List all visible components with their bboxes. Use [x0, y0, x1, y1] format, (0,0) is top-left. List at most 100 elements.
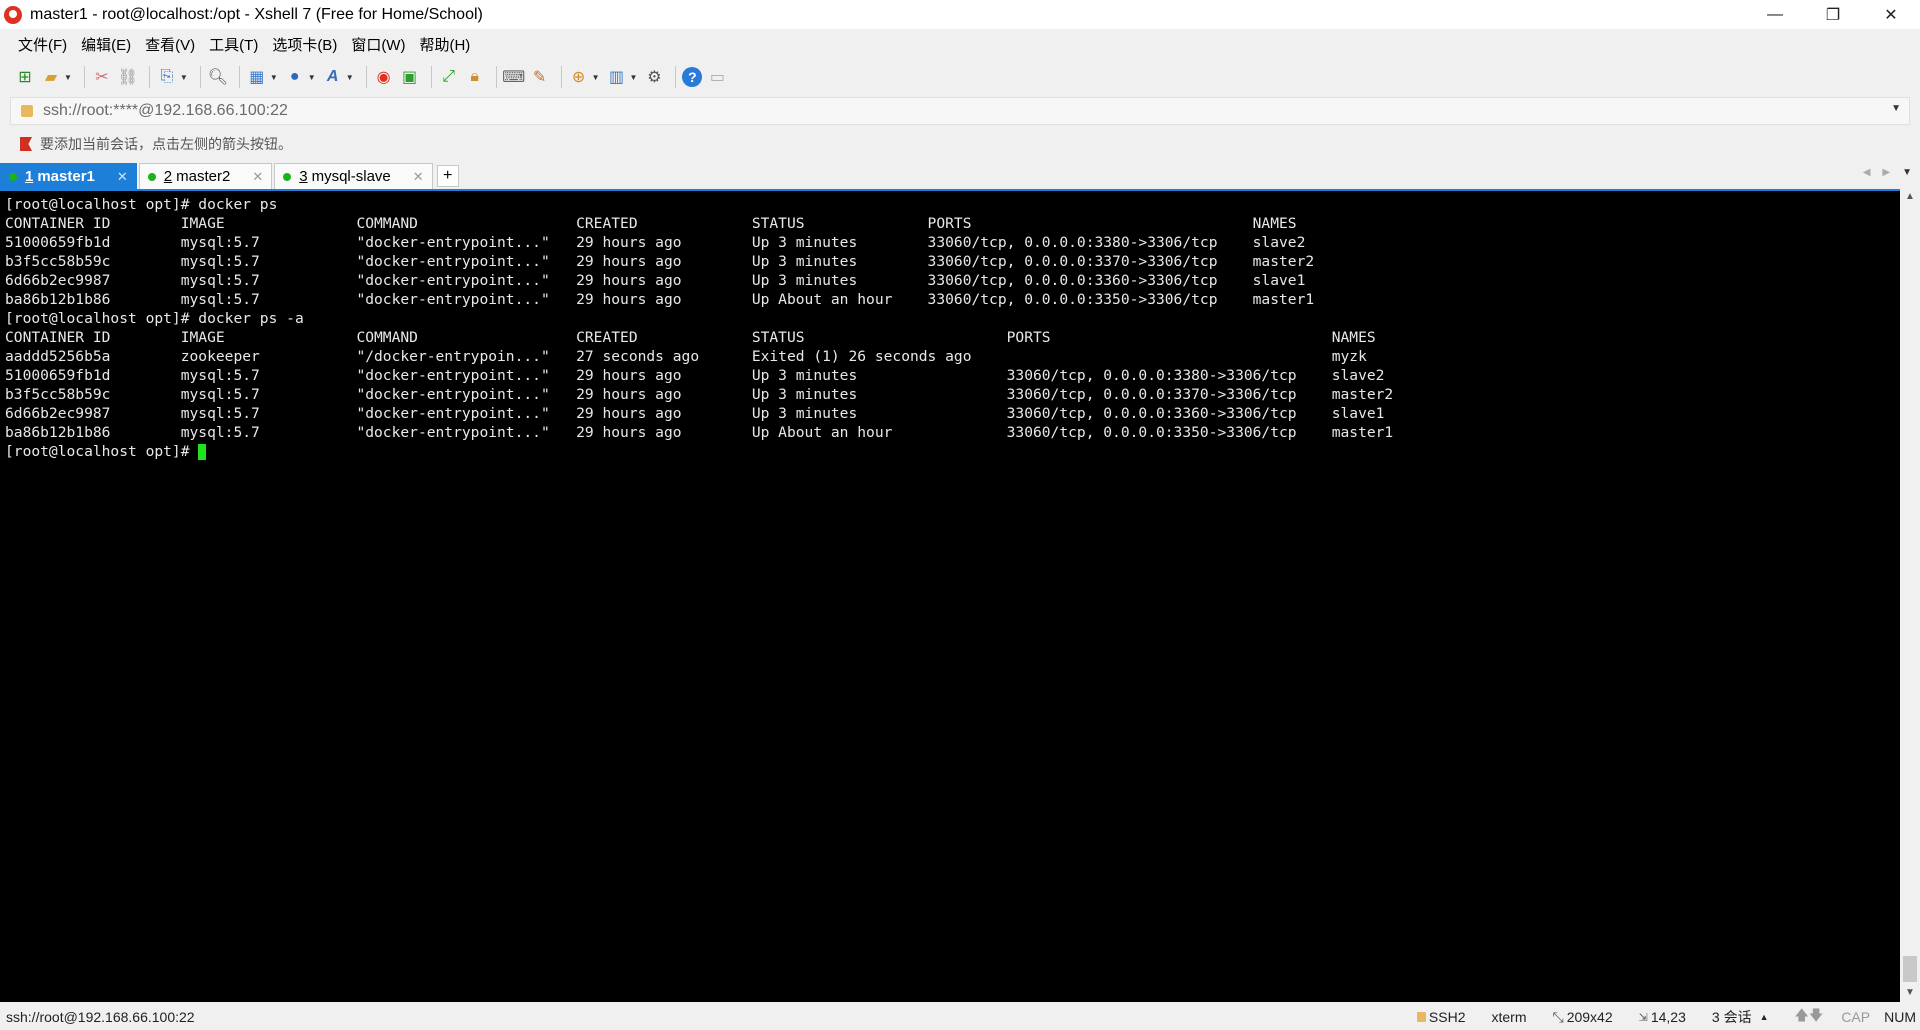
tab-status-dot [283, 172, 292, 181]
tab-bar: 1 master1 ✕ 2 master2 ✕ 3 mysql-slave ✕ … [0, 161, 1920, 189]
restore-button[interactable]: ❐ [1804, 0, 1862, 29]
bookmark-icon[interactable] [20, 137, 32, 151]
status-sessions-text: 3 会话 [1711, 1009, 1752, 1025]
terminal-line: 6d66b2ec9987 mysql:5.7 "docker-entrypoin… [5, 405, 1385, 422]
status-pos-text: 14,23 [1650, 1009, 1686, 1025]
tab-master2[interactable]: 2 master2 ✕ [138, 163, 273, 189]
minimize-button[interactable]: — [1746, 0, 1804, 29]
address-input[interactable]: ssh://root:****@192.168.66.100:22 [43, 102, 288, 120]
font-dropdown-icon[interactable]: ▼ [346, 73, 354, 82]
terminal-line: aaddd5256b5a zookeeper "/docker-entrypoi… [5, 348, 1367, 365]
new-session-icon[interactable]: ⊞ [14, 66, 36, 88]
chat-icon[interactable]: ▭ [706, 66, 728, 88]
lock-icon [1416, 1012, 1426, 1022]
script-icon[interactable]: ✎ [529, 66, 551, 88]
open-folder-icon[interactable]: ▰ [40, 66, 62, 88]
scroll-up-icon[interactable]: ▲ [1905, 191, 1915, 202]
address-dropdown-icon[interactable]: ▼ [1891, 103, 1901, 114]
tab-next-icon[interactable]: ▶ [1882, 167, 1890, 178]
tab-menu-icon[interactable]: ▼ [1902, 167, 1912, 178]
terminal-prompt: [root@localhost opt]# [5, 443, 199, 460]
toolbar-separator [148, 66, 150, 88]
tab-prev-icon[interactable]: ◀ [1863, 167, 1871, 178]
status-transfer-icons: 🡅 🡇 [1795, 1005, 1824, 1029]
xftp-icon[interactable]: ▣ [399, 66, 421, 88]
status-cap: CAP [1841, 1009, 1871, 1025]
status-pos: ⇲ 14,23 [1639, 1009, 1686, 1025]
layout-icon[interactable]: ▥ [606, 66, 628, 88]
layout-dropdown-icon[interactable]: ▼ [630, 73, 638, 82]
tab-status-dot [9, 172, 17, 181]
terminal-line: CONTAINER ID IMAGE COMMAND CREATED STATU… [5, 215, 1297, 232]
tab-number: 1 [25, 168, 34, 185]
terminal-scrollbar[interactable]: ▲ ▼ [1900, 189, 1920, 1002]
terminal-line: CONTAINER ID IMAGE COMMAND CREATED STATU… [5, 329, 1376, 346]
copy-dropdown-icon[interactable]: ▼ [180, 73, 188, 82]
transfer-dropdown-icon[interactable]: ▼ [270, 73, 278, 82]
copy-icon[interactable]: ⎘ [156, 66, 178, 88]
menu-bar: 文件(F) 编辑(E) 查看(V) 工具(T) 选项卡(B) 窗口(W) 帮助(… [0, 29, 1920, 59]
status-bar: ssh://root@192.168.66.100:22 SSH2 xterm … [0, 1004, 1920, 1030]
terminal-line: b3f5cc58b59c mysql:5.7 "docker-entrypoin… [5, 386, 1394, 403]
menu-tools[interactable]: 工具(T) [209, 34, 258, 55]
disconnect-icon[interactable]: ⛓ [117, 66, 139, 88]
terminal-line: 6d66b2ec9987 mysql:5.7 "docker-entrypoin… [5, 272, 1306, 289]
title-bar: master1 - root@localhost:/opt - Xshell 7… [0, 0, 1920, 29]
fullscreen-icon[interactable]: ⤢ [438, 66, 460, 88]
help-icon[interactable]: ? [682, 67, 703, 87]
menu-window[interactable]: 窗口(W) [351, 34, 405, 55]
menu-help[interactable]: 帮助(H) [419, 34, 470, 55]
close-button[interactable]: ✕ [1862, 0, 1920, 29]
add-tab-icon[interactable]: ⊕ [568, 66, 590, 88]
terminal-prompt-line: [root@localhost opt]# [5, 442, 1895, 461]
add-tab-dropdown-icon[interactable]: ▼ [592, 73, 600, 82]
scrollbar-thumb[interactable] [1903, 956, 1917, 982]
tab-mysql-slave[interactable]: 3 mysql-slave ✕ [274, 163, 433, 189]
terminal[interactable]: [root@localhost opt]# docker ps CONTAINE… [0, 189, 1900, 1002]
reconnect-icon[interactable]: ✂ [91, 66, 113, 88]
address-bar[interactable]: ssh://root:****@192.168.66.100:22 ▼ [10, 97, 1910, 125]
status-size: ⤡ 209x42 [1552, 1009, 1612, 1026]
status-sessions[interactable]: 3 会话 ▲ [1712, 1007, 1769, 1027]
terminal-line: 51000659fb1d mysql:5.7 "docker-entrypoin… [5, 234, 1306, 251]
tab-master1[interactable]: 1 master1 ✕ [0, 163, 137, 189]
toolbar-separator [83, 66, 85, 88]
tab-number: 3 [299, 168, 308, 185]
toolbar-separator [365, 66, 367, 88]
terminal-line: ba86b12b1b86 mysql:5.7 "docker-entrypoin… [5, 424, 1394, 441]
add-tab-button[interactable]: + [436, 165, 459, 187]
toolbar-separator [560, 66, 562, 88]
menu-edit[interactable]: 编辑(E) [81, 34, 131, 55]
globe-icon[interactable]: ● [284, 66, 306, 88]
terminal-cursor [198, 444, 207, 460]
status-term: xterm [1491, 1009, 1527, 1025]
gear-icon[interactable]: ⚙ [643, 66, 665, 88]
close-icon[interactable]: ✕ [117, 169, 128, 185]
find-icon[interactable]: 🔍︎ [207, 66, 229, 88]
terminal-line: ba86b12b1b86 mysql:5.7 "docker-entrypoin… [5, 291, 1315, 308]
tab-label: mysql-slave [311, 168, 391, 185]
globe-dropdown-icon[interactable]: ▼ [308, 73, 316, 82]
open-dropdown-icon[interactable]: ▼ [64, 73, 72, 82]
keyboard-icon[interactable]: ⌨ [502, 66, 525, 88]
transfer-icon[interactable]: ▦ [246, 66, 268, 88]
terminal-line: b3f5cc58b59c mysql:5.7 "docker-entrypoin… [5, 253, 1315, 270]
lock-icon[interactable]: 🔒︎ [464, 66, 486, 88]
menu-file[interactable]: 文件(F) [18, 34, 67, 55]
menu-tabs[interactable]: 选项卡(B) [272, 34, 337, 55]
toolbar-separator [675, 66, 677, 88]
toolbar-separator [495, 66, 497, 88]
toolbar-separator [430, 66, 432, 88]
menu-view[interactable]: 查看(V) [145, 34, 195, 55]
status-protocol: SSH2 [1416, 1009, 1465, 1025]
xshell-icon[interactable]: ◉ [373, 66, 395, 88]
font-icon[interactable]: A [322, 66, 344, 88]
close-icon[interactable]: ✕ [413, 169, 424, 185]
tab-label: master1 [37, 168, 95, 185]
download-icon: 🡇 [1808, 1007, 1824, 1023]
scroll-down-icon[interactable]: ▼ [1905, 987, 1915, 998]
sessions-up-icon: ▲ [1759, 1012, 1769, 1022]
status-connection: ssh://root@192.168.66.100:22 [6, 1009, 195, 1025]
close-icon[interactable]: ✕ [252, 169, 263, 185]
xshell-logo-icon [4, 5, 22, 24]
